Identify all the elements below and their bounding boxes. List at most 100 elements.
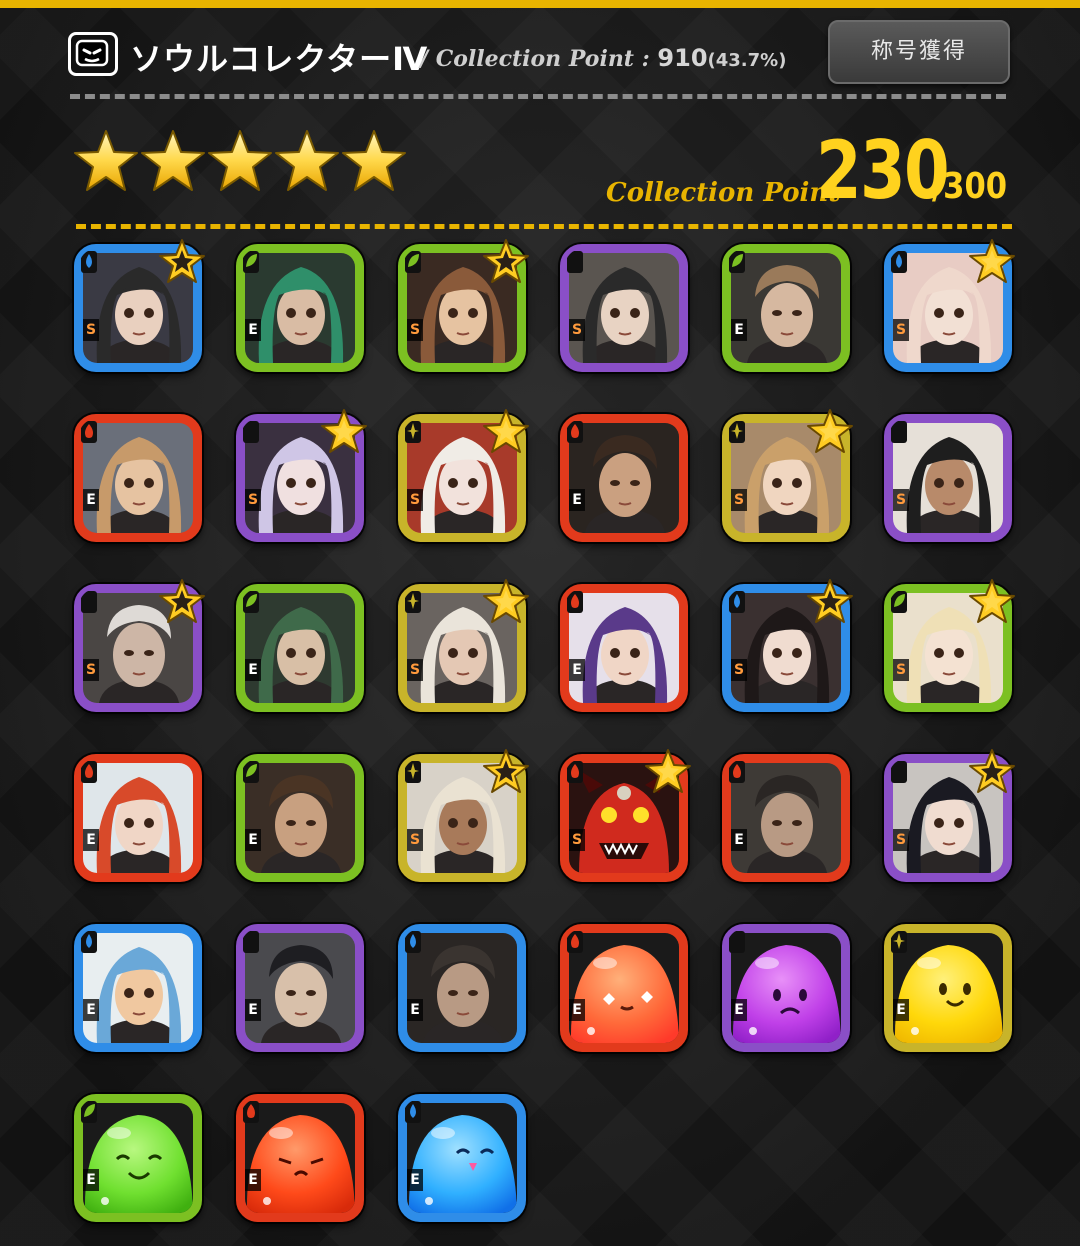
character-card[interactable]: E: [236, 754, 364, 882]
awakened-star-icon: [483, 409, 529, 453]
slime-portrait: [569, 933, 679, 1043]
wood-element-icon: [243, 761, 259, 783]
collection-point-label: / Collection Point :: [420, 46, 658, 72]
character-portrait: [245, 933, 355, 1043]
rarity-label: E: [731, 999, 747, 1021]
light-element-icon: [729, 421, 745, 443]
character-card[interactable]: E: [560, 924, 688, 1052]
character-portrait: [569, 423, 679, 533]
rarity-label: E: [893, 999, 909, 1021]
character-portrait: [83, 763, 193, 873]
rarity-label: E: [569, 489, 585, 511]
character-card[interactable]: S: [884, 414, 1012, 542]
rarity-label: E: [569, 659, 585, 681]
rarity-label: E: [731, 829, 747, 851]
slime-portrait: [83, 1103, 193, 1213]
character-card[interactable]: E: [722, 924, 850, 1052]
character-card[interactable]: E: [884, 924, 1012, 1052]
rarity-label: E: [245, 829, 261, 851]
fire-element-icon: [81, 421, 97, 443]
dark-element-icon: [891, 421, 907, 443]
rarity-label: E: [731, 319, 747, 341]
light-element-icon: [405, 761, 421, 783]
wood-element-icon: [243, 591, 259, 613]
awakened-star-icon: [321, 409, 367, 453]
rank-collection-label: Collection Point: [606, 178, 841, 208]
rarity-label: S: [893, 659, 909, 681]
rank-star-icon: [275, 130, 339, 191]
wood-element-icon: [405, 251, 421, 273]
character-card[interactable]: E: [236, 924, 364, 1052]
light-element-icon: [405, 591, 421, 613]
fire-element-icon: [243, 1101, 259, 1123]
character-card[interactable]: E: [722, 244, 850, 372]
character-card[interactable]: E: [236, 244, 364, 372]
rarity-label: E: [245, 1169, 261, 1191]
rarity-label: E: [407, 1169, 423, 1191]
awakened-star-icon: [483, 749, 529, 793]
awakened-star-icon: [483, 239, 529, 283]
get-title-button[interactable]: 称号獲得: [828, 20, 1010, 84]
rank-star-icon: [342, 130, 406, 191]
character-card[interactable]: E: [74, 1094, 202, 1222]
character-card[interactable]: E: [236, 584, 364, 712]
rank-star-icon: [74, 130, 138, 191]
character-portrait: [731, 763, 841, 873]
rarity-label: E: [245, 999, 261, 1021]
rarity-label: E: [83, 829, 99, 851]
rarity-label: S: [245, 489, 261, 511]
slime-portrait: [407, 1103, 517, 1213]
fire-element-icon: [81, 761, 97, 783]
character-card[interactable]: E: [560, 414, 688, 542]
header: ソウルコレクターⅣ / Collection Point : 910(43.7%…: [0, 8, 1080, 103]
character-portrait: [245, 763, 355, 873]
page-title: ソウルコレクターⅣ: [130, 40, 429, 78]
collection-point-percent: (43.7%): [707, 50, 787, 71]
rarity-label: S: [569, 829, 585, 851]
water-element-icon: [891, 251, 907, 273]
character-card[interactable]: E: [74, 414, 202, 542]
water-element-icon: [405, 931, 421, 953]
rarity-label: E: [245, 659, 261, 681]
rarity-label: E: [83, 489, 99, 511]
fire-element-icon: [567, 761, 583, 783]
rarity-label: S: [407, 829, 423, 851]
rarity-label: S: [893, 319, 909, 341]
water-element-icon: [81, 251, 97, 273]
character-card[interactable]: E: [74, 754, 202, 882]
rarity-label: S: [407, 659, 423, 681]
character-card[interactable]: E: [722, 754, 850, 882]
slime-portrait: [731, 933, 841, 1043]
total-collection-point: / Collection Point : 910(43.7%): [420, 44, 786, 72]
character-card[interactable]: E: [398, 1094, 526, 1222]
fire-element-icon: [567, 931, 583, 953]
rarity-label: S: [893, 829, 909, 851]
character-portrait: [407, 933, 517, 1043]
wood-element-icon: [81, 1101, 97, 1123]
character-portrait: [893, 423, 1003, 533]
header-divider: [70, 94, 1006, 99]
rarity-label: S: [407, 489, 423, 511]
character-card[interactable]: E: [236, 1094, 364, 1222]
character-card[interactable]: S: [560, 244, 688, 372]
character-card[interactable]: E: [560, 584, 688, 712]
top-accent-bar: [0, 0, 1080, 8]
character-card[interactable]: E: [398, 924, 526, 1052]
rarity-label: S: [83, 319, 99, 341]
slime-portrait: [893, 933, 1003, 1043]
rarity-label: S: [83, 659, 99, 681]
dark-element-icon: [243, 421, 259, 443]
wood-element-icon: [243, 251, 259, 273]
soul-collector-icon: [68, 32, 118, 76]
wood-element-icon: [891, 591, 907, 613]
character-portrait: [731, 253, 841, 363]
character-portrait: [83, 933, 193, 1043]
character-portrait: [245, 593, 355, 703]
light-element-icon: [405, 421, 421, 443]
rank-star-icon: [208, 130, 272, 191]
dark-element-icon: [81, 591, 97, 613]
fire-element-icon: [567, 421, 583, 443]
character-card[interactable]: E: [74, 924, 202, 1052]
rank-divider: [76, 224, 1012, 229]
water-element-icon: [405, 1101, 421, 1123]
